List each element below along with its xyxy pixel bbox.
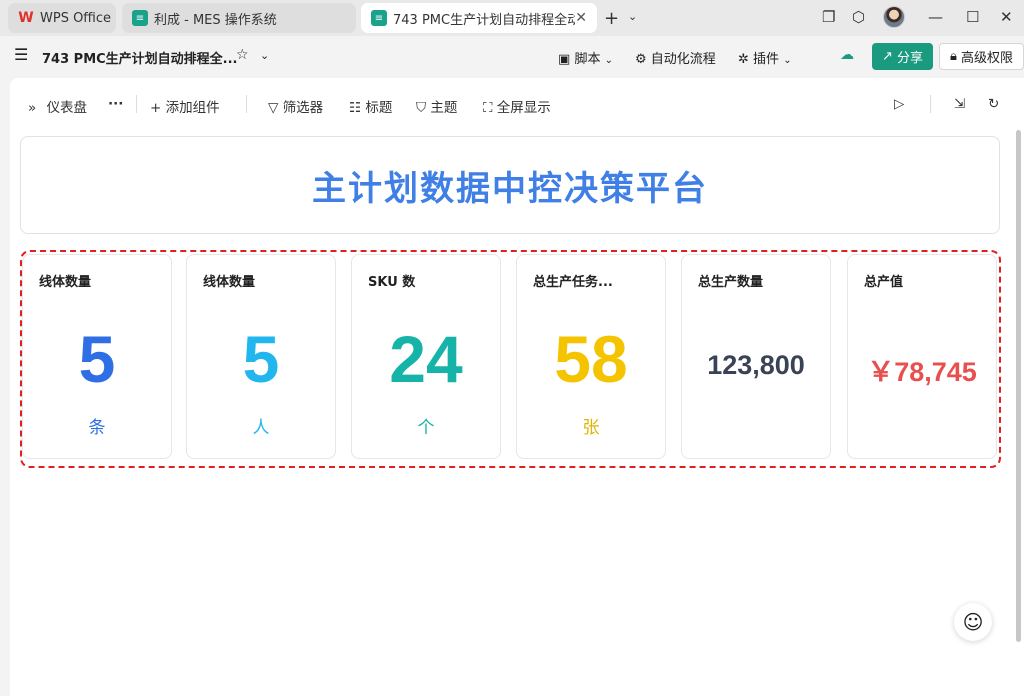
kpi-label: SKU 数 <box>368 275 416 290</box>
tab-active-document[interactable]: ≡ 743 PMC生产计划自动排程全动态 ✕ <box>361 3 597 33</box>
new-tab-icon[interactable]: + <box>604 8 619 29</box>
cloud-sync-icon[interactable]: ☁ <box>840 47 854 63</box>
divider <box>246 95 247 113</box>
kpi-card[interactable]: 总生产任务... 58 张 <box>516 254 666 459</box>
chevron-down-icon[interactable]: ⌄ <box>260 49 269 62</box>
share-icon: ↗ <box>882 49 893 64</box>
heading-button[interactable]: ☷ 标题 <box>349 96 392 116</box>
cube-icon[interactable]: ⬡ <box>852 8 865 26</box>
script-icon: ▣ <box>558 52 571 67</box>
wps-logo-icon: W <box>18 10 34 26</box>
kpi-unit: 个 <box>417 418 435 438</box>
chevron-down-icon: ⌄ <box>604 55 613 66</box>
robot-icon: ⚙ <box>635 52 647 67</box>
kpi-value: ￥78,745 <box>867 357 977 387</box>
kpi-value: 5 <box>242 322 280 396</box>
share-link-icon[interactable]: ↻ <box>988 96 999 112</box>
kpi-unit: 张 <box>582 418 600 438</box>
star-icon[interactable]: ☆ <box>236 47 249 63</box>
kpi-label: 线体数量 <box>203 275 256 290</box>
minimize-icon[interactable]: — <box>928 8 943 26</box>
tab-label: 743 PMC生产计划自动排程全动态 <box>393 12 576 28</box>
window-tile-icon[interactable]: ❐ <box>822 8 835 26</box>
avatar[interactable] <box>883 6 905 28</box>
tab-wps-office[interactable]: W WPS Office <box>8 3 116 33</box>
plus-icon: + <box>150 100 162 116</box>
shirt-icon: ⛉ <box>416 100 427 116</box>
kpi-value: 24 <box>389 322 463 396</box>
kpi-value: 58 <box>554 322 628 396</box>
window-close-icon[interactable]: ✕ <box>1000 8 1013 26</box>
heading-icon: ☷ <box>349 100 362 116</box>
sheet-app-icon: ≡ <box>371 10 387 26</box>
share-button[interactable]: ↗ 分享 <box>872 43 933 70</box>
kpi-card[interactable]: 线体数量 5 人 <box>186 254 336 459</box>
kpi-label: 线体数量 <box>39 275 92 290</box>
dashboard-title-card: 主计划数据中控决策平台 <box>20 136 1000 234</box>
chevron-down-icon: ⌄ <box>783 55 792 66</box>
tab-mes-system[interactable]: ≡ 利成 - MES 操作系统 <box>122 3 356 33</box>
dashboard-toggle[interactable]: » 仪表盘 <box>28 96 87 116</box>
kpi-card[interactable]: 总产值 ￥78,745 <box>847 254 997 459</box>
scrollbar[interactable] <box>1016 130 1021 642</box>
document-toolbar: ☰ 743 PMC生产计划自动排程全... ☆ ⌄ ▣ 脚本 ⌄ ⚙ 自动化流程… <box>0 36 1024 78</box>
divider <box>930 95 931 113</box>
play-icon[interactable]: ▷ <box>894 96 904 112</box>
more-options-icon[interactable]: ··· <box>108 96 123 112</box>
kpi-card[interactable]: 线体数量 5 条 <box>22 254 172 459</box>
kpi-value: 123,800 <box>707 350 805 380</box>
divider <box>136 95 137 113</box>
plugin-button[interactable]: ✲ 插件 ⌄ <box>738 48 792 67</box>
document-title[interactable]: 743 PMC生产计划自动排程全... <box>42 48 237 67</box>
kpi-card[interactable]: SKU 数 24 个 <box>351 254 501 459</box>
kpi-label: 总产值 <box>864 275 904 290</box>
sheet-app-icon: ≡ <box>132 10 148 26</box>
lock-icon: 🔒︎ <box>950 49 957 64</box>
fullscreen-icon: ⛶ <box>483 100 493 116</box>
maximize-icon[interactable]: ☐ <box>966 8 979 26</box>
kpi-unit: 条 <box>88 418 106 438</box>
kpi-card[interactable]: 总生产数量 123,800 <box>681 254 831 459</box>
assistant-bot-icon[interactable]: ☺ <box>954 603 992 641</box>
add-widget-button[interactable]: + 添加组件 <box>150 96 220 116</box>
kpi-unit: 人 <box>252 418 270 438</box>
puzzle-icon: ✲ <box>738 52 749 67</box>
export-icon[interactable]: ⇲ <box>954 96 965 112</box>
fullscreen-button[interactable]: ⛶ 全屏显示 <box>483 96 551 116</box>
dashboard-title: 主计划数据中控决策平台 <box>312 168 708 209</box>
chevron-down-icon[interactable]: ⌄ <box>628 10 637 23</box>
automation-button[interactable]: ⚙ 自动化流程 <box>635 48 716 67</box>
double-chevron-right-icon: » <box>28 100 37 116</box>
tab-label: WPS Office <box>40 10 112 26</box>
filter-button[interactable]: ▽ 筛选器 <box>268 96 323 116</box>
kpi-value: 5 <box>78 322 116 396</box>
filter-icon: ▽ <box>268 100 279 116</box>
tab-label: 利成 - MES 操作系统 <box>154 12 277 28</box>
close-icon[interactable]: ✕ <box>575 10 587 26</box>
kpi-label: 总生产数量 <box>698 275 764 290</box>
menu-icon[interactable]: ☰ <box>14 45 28 64</box>
script-button[interactable]: ▣ 脚本 ⌄ <box>558 48 613 67</box>
kpi-label: 总生产任务... <box>533 275 613 290</box>
theme-button[interactable]: ⛉ 主题 <box>416 96 457 116</box>
advanced-permission-button[interactable]: 🔒︎ 高级权限 <box>939 43 1024 70</box>
